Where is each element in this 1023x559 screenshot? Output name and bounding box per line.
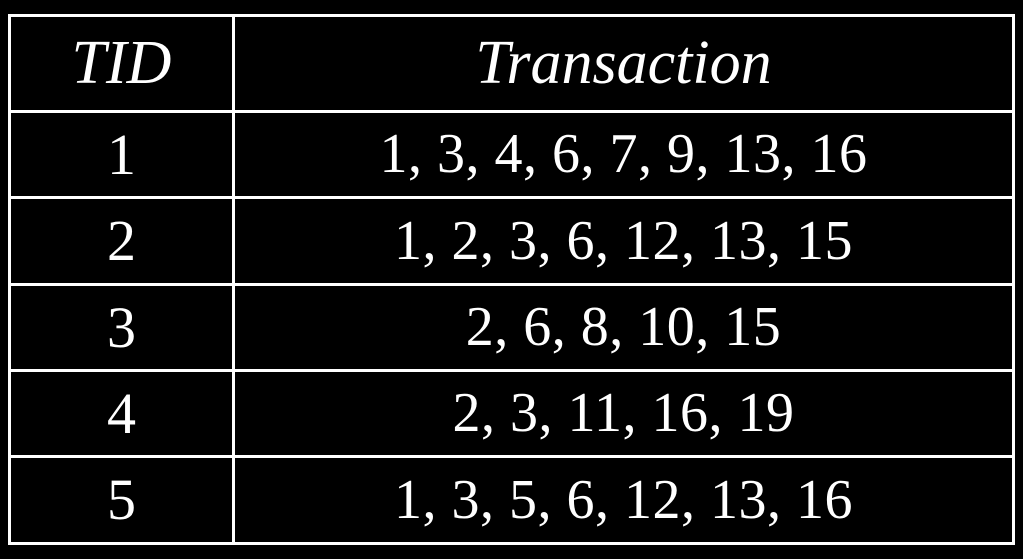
transaction-table: TID Transaction 1 1, 3, 4, 6, 7, 9, 13, … (8, 14, 1015, 545)
table-row: 1 1, 3, 4, 6, 7, 9, 13, 16 (10, 111, 1014, 197)
table-header-row: TID Transaction (10, 16, 1014, 112)
cell-tid: 1 (10, 111, 234, 197)
cell-tid: 3 (10, 284, 234, 370)
cell-transaction: 1, 3, 4, 6, 7, 9, 13, 16 (234, 111, 1014, 197)
cell-tid: 5 (10, 457, 234, 543)
cell-tid: 4 (10, 370, 234, 456)
header-transaction: Transaction (234, 16, 1014, 112)
cell-transaction: 2, 6, 8, 10, 15 (234, 284, 1014, 370)
cell-tid: 2 (10, 198, 234, 284)
table-row: 4 2, 3, 11, 16, 19 (10, 370, 1014, 456)
cell-transaction: 2, 3, 11, 16, 19 (234, 370, 1014, 456)
table-row: 5 1, 3, 5, 6, 12, 13, 16 (10, 457, 1014, 543)
cell-transaction: 1, 3, 5, 6, 12, 13, 16 (234, 457, 1014, 543)
transaction-table-container: TID Transaction 1 1, 3, 4, 6, 7, 9, 13, … (8, 14, 1015, 545)
cell-transaction: 1, 2, 3, 6, 12, 13, 15 (234, 198, 1014, 284)
header-tid: TID (10, 16, 234, 112)
table-row: 3 2, 6, 8, 10, 15 (10, 284, 1014, 370)
table-row: 2 1, 2, 3, 6, 12, 13, 15 (10, 198, 1014, 284)
